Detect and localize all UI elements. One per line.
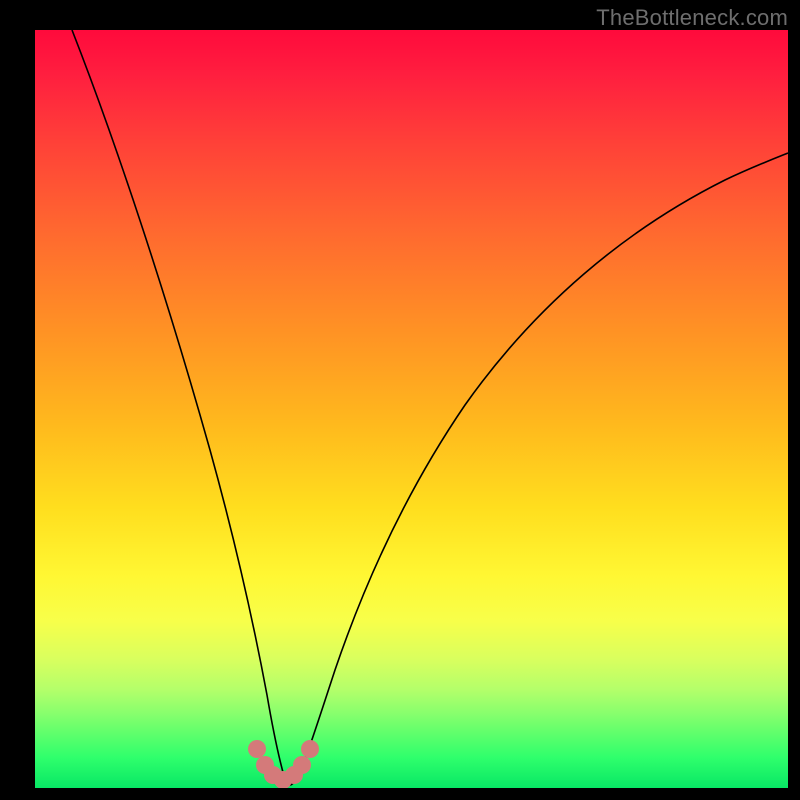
curve-black [72,30,788,785]
watermark-text: TheBottleneck.com [596,5,788,31]
dots-pink [248,740,319,788]
plot-area [35,30,788,788]
chart-frame: TheBottleneck.com [0,0,800,800]
plot-svg [35,30,788,788]
